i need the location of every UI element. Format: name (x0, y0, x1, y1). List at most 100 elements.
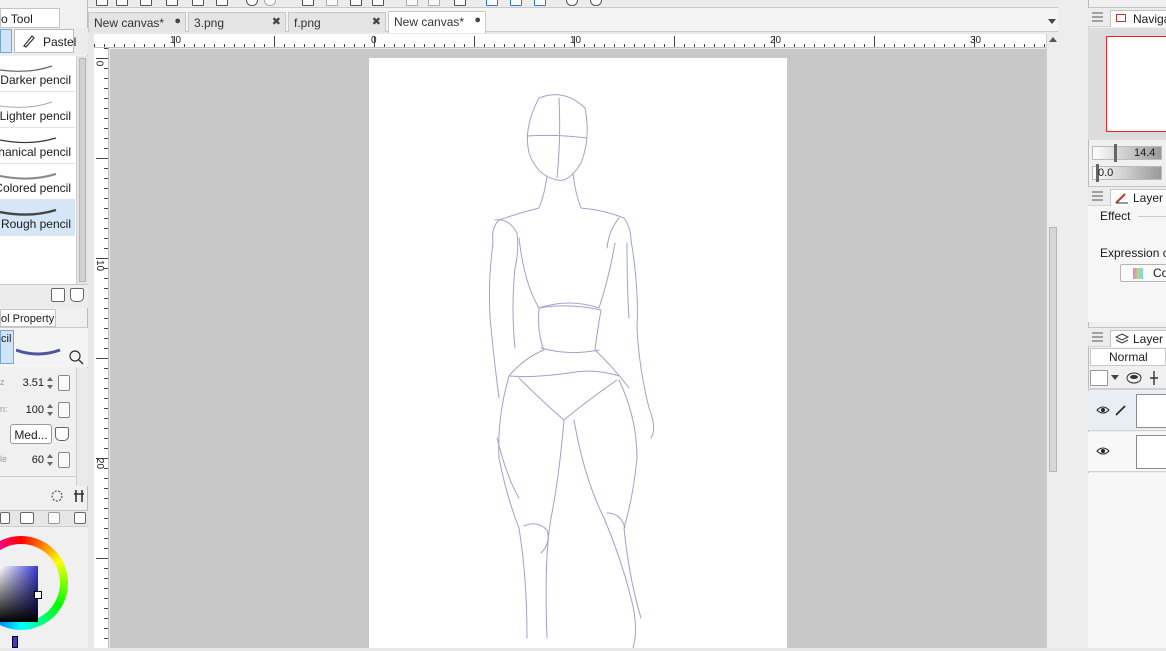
stabilization-value[interactable]: 60 (32, 454, 44, 466)
tab-f-png[interactable]: f.png ✖ (288, 12, 386, 32)
tab-layer-property[interactable]: Layer P (1110, 189, 1166, 206)
color-mode-button[interactable]: Co (1120, 264, 1166, 282)
brush-rough-pencil[interactable]: Rough pencil (0, 200, 75, 236)
scale-icon[interactable] (326, 0, 338, 6)
brush-mechanical-pencil[interactable]: chanical pencil (0, 128, 75, 164)
color-wheel-tab-icon[interactable] (74, 512, 86, 524)
figure-sketch (488, 94, 655, 649)
eye-icon[interactable] (1096, 405, 1110, 415)
redo-icon[interactable] (264, 0, 276, 6)
tab-new-canvas-1[interactable]: New canvas* ● (88, 12, 186, 32)
wrench-icon[interactable] (72, 488, 86, 504)
color-set-tab-icon[interactable] (20, 512, 34, 524)
stabilization-spinner[interactable] (46, 453, 54, 467)
scroll-thumb[interactable] (79, 58, 86, 282)
open-file-icon[interactable] (116, 0, 128, 6)
grid-snap-icon[interactable] (534, 0, 546, 6)
brush-lighter-pencil[interactable]: Lighter pencil (0, 92, 75, 128)
close-icon[interactable]: ✖ (272, 15, 281, 28)
paste-icon[interactable] (192, 0, 204, 6)
drawing-canvas[interactable] (369, 58, 787, 649)
stabilization-dropdown[interactable] (58, 452, 70, 468)
brush-preview-stroke (16, 348, 61, 356)
layer-thumbnail (1136, 394, 1166, 428)
layer-color-swatch[interactable] (1090, 370, 1108, 386)
layer-mask-icon[interactable] (1126, 371, 1142, 385)
trash-icon[interactable] (70, 288, 84, 302)
tool-property-scrollbar[interactable] (76, 368, 88, 486)
deselect-icon[interactable] (372, 0, 384, 6)
undo-icon[interactable] (246, 0, 258, 6)
save-icon[interactable] (140, 0, 152, 6)
unsaved-dot-icon[interactable]: ● (474, 14, 481, 26)
color-panel-tabs (0, 511, 88, 527)
brush-size-row: z 3.51 (0, 372, 76, 394)
brush-density-dropdown[interactable] (58, 402, 70, 418)
layer-row-sketch[interactable] (1088, 391, 1166, 431)
brush-size-spinner[interactable] (46, 376, 54, 390)
reset-icon[interactable] (49, 488, 65, 504)
document-tab-bar: New canvas* ● 3.png ✖ f.png ✖ New canvas… (88, 8, 1088, 33)
help-icon[interactable] (590, 0, 602, 6)
brush-density-spinner[interactable] (46, 403, 54, 417)
tab-pastel[interactable]: Pastel (14, 29, 76, 53)
tab-pencil-group[interactable] (0, 29, 12, 53)
tab-navigator[interactable]: Navigat (1110, 10, 1166, 27)
crop-icon[interactable] (428, 0, 440, 6)
transform-icon[interactable] (302, 0, 314, 6)
effect-label: Effect (1100, 209, 1131, 223)
brush-size-value[interactable]: 3.51 (23, 377, 44, 389)
brush-darker-pencil[interactable]: Darker pencil (0, 56, 75, 92)
zoom-slider-handle[interactable] (1114, 144, 1117, 162)
brush-label: Lighter pencil (0, 109, 71, 123)
brush-label: Colored pencil (0, 181, 71, 195)
brush-mode-button[interactable]: Med... (10, 424, 52, 444)
saturation-value-box[interactable] (0, 566, 38, 622)
clear-setting-icon[interactable] (55, 427, 69, 441)
brush-density-row: n: 100 (0, 399, 76, 421)
new-file-icon[interactable] (96, 0, 108, 6)
special-ruler-icon[interactable] (510, 0, 522, 6)
dotted-selection-icon[interactable] (454, 0, 466, 6)
panel-menu-icon[interactable] (1092, 332, 1103, 342)
tab-new-canvas-active[interactable]: New canvas* ● (388, 11, 486, 33)
subtool-panel-title[interactable]: o Tool (0, 8, 60, 28)
ruler-snap-icon[interactable] (486, 0, 498, 6)
brush-size-dropdown[interactable] (58, 375, 70, 391)
effect-divider (1138, 216, 1166, 217)
eye-icon[interactable] (1096, 446, 1110, 456)
tab-layer[interactable]: Layer (1110, 330, 1166, 347)
tab-list-dropdown-icon[interactable] (1046, 8, 1058, 32)
close-icon[interactable]: ✖ (372, 15, 381, 28)
navigator-preview[interactable] (1106, 36, 1166, 132)
panel-menu-icon[interactable] (1092, 12, 1103, 22)
zoom-value: 14.4 (1134, 147, 1156, 159)
color-slider-tab-icon[interactable] (0, 512, 10, 524)
canvas-vertical-scrollbar[interactable] (1046, 34, 1058, 648)
clear-icon[interactable] (216, 0, 228, 6)
brush-colored-pencil[interactable]: Colored pencil (0, 164, 75, 200)
tool-property-title[interactable]: ol Property (0, 309, 56, 327)
color-history-tab-icon[interactable] (48, 512, 60, 524)
brush-list-scrollbar[interactable] (76, 56, 88, 284)
brush-density-value[interactable]: 100 (26, 404, 44, 416)
reference-layer-icon[interactable] (1148, 370, 1160, 386)
hue-marker[interactable] (12, 636, 18, 648)
settings-icon[interactable] (566, 0, 578, 6)
scroll-up-icon[interactable] (1049, 37, 1057, 42)
layer-row-paper[interactable] (1088, 432, 1166, 472)
scroll-thumb[interactable] (1049, 227, 1057, 472)
panel-menu-icon[interactable] (1092, 191, 1103, 201)
tab-3-png[interactable]: 3.png ✖ (188, 12, 286, 32)
unsaved-dot-icon[interactable]: ● (174, 15, 181, 27)
blend-mode-select[interactable]: Normal (1090, 348, 1166, 366)
ruler-label: 10 (94, 259, 106, 272)
brush-stroke-preview (0, 101, 53, 108)
new-subtool-icon[interactable] (51, 288, 65, 302)
chevron-down-icon[interactable] (1110, 374, 1120, 382)
copy-icon[interactable] (166, 0, 178, 6)
color-picker-cursor[interactable] (34, 591, 42, 599)
cut-icon[interactable] (406, 0, 418, 6)
brush-settings-icon[interactable] (68, 349, 84, 365)
lasso-icon[interactable] (350, 0, 362, 6)
